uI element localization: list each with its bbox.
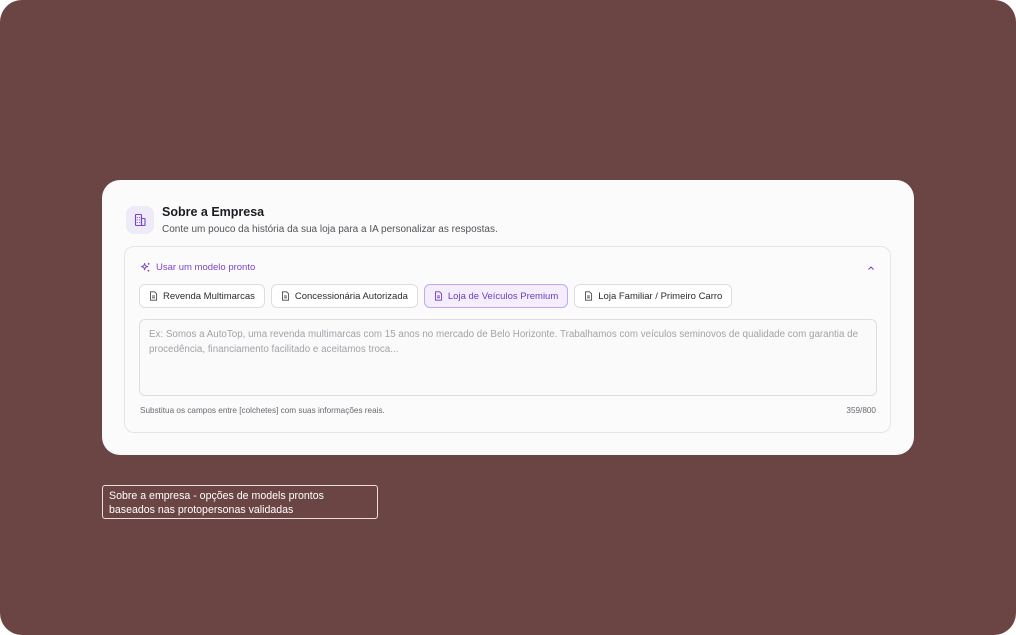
chip-label: Concessionária Autorizada [294, 290, 408, 302]
chip-label: Loja Familiar / Primeiro Carro [598, 290, 723, 302]
textarea-placeholder: Ex: Somos a AutoTop, uma revenda multima… [149, 329, 859, 355]
template-chips: Revenda Multimarcas Concessionária Autor… [139, 284, 733, 308]
document-icon [149, 291, 158, 301]
document-icon [434, 291, 443, 301]
card-title: Sobre a Empresa [162, 205, 265, 219]
document-icon [584, 291, 593, 301]
document-icon [281, 291, 290, 301]
chip-label: Loja de Veículos Premium [447, 290, 559, 302]
sparkle-icon [140, 262, 151, 273]
helper-text: Substitua os campos entre [colchetes] co… [140, 406, 385, 415]
chip-label: Revenda Multimarcas [163, 290, 255, 302]
template-chip-loja-veiculos-premium[interactable]: Loja de Veículos Premium [423, 284, 569, 308]
template-chip-revenda-multimarcas[interactable]: Revenda Multimarcas [139, 284, 265, 308]
use-template-label: Usar um modelo pronto [156, 262, 256, 273]
canvas: Sobre a Empresa Conte um pouco da histór… [0, 0, 1016, 635]
description-panel: Usar um modelo pronto Revenda Multimarca… [124, 246, 891, 433]
building-icon [126, 206, 154, 234]
annotation-note: Sobre a empresa - opções de models pront… [102, 485, 378, 519]
card-subtitle: Conte um pouco da história da sua loja p… [162, 224, 498, 235]
template-chip-concessionaria-autorizada[interactable]: Concessionária Autorizada [270, 284, 418, 308]
template-chip-loja-familiar[interactable]: Loja Familiar / Primeiro Carro [574, 284, 733, 308]
character-counter: 359/800 [846, 406, 876, 415]
company-card: Sobre a Empresa Conte um pouco da histór… [102, 180, 914, 455]
chevron-up-icon[interactable] [866, 263, 876, 273]
annotation-line-1: Sobre a empresa - opções de models pront… [109, 490, 324, 502]
annotation-line-2: baseados nas protopersonas validadas [109, 504, 294, 516]
company-description-textarea[interactable]: Ex: Somos a AutoTop, uma revenda multima… [139, 319, 877, 396]
use-template-toggle[interactable]: Usar um modelo pronto [140, 262, 255, 273]
